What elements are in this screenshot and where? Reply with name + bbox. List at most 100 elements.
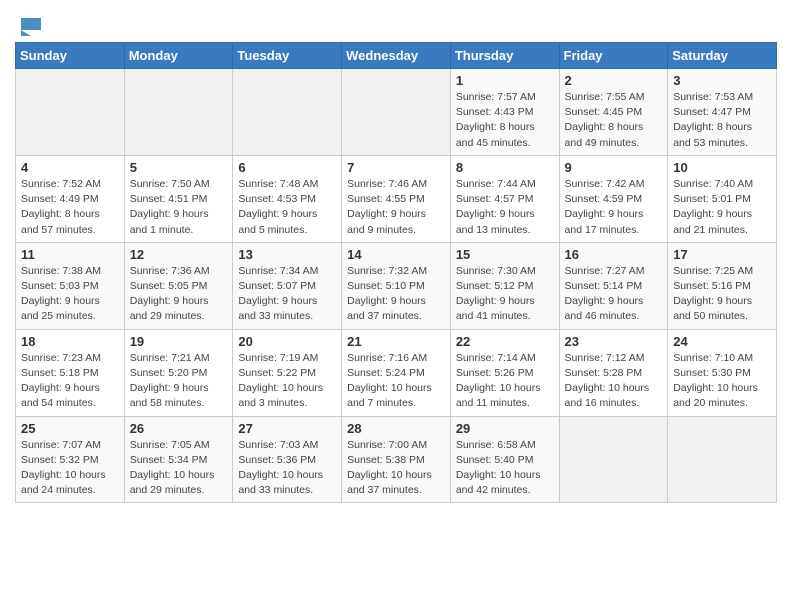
day-info: Sunrise: 7:52 AM Sunset: 4:49 PM Dayligh… <box>21 177 119 238</box>
calendar-cell: 20 Sunrise: 7:19 AM Sunset: 5:22 PM Dayli… <box>233 329 342 416</box>
day-info: Sunrise: 7:19 AM Sunset: 5:22 PM Dayligh… <box>238 351 336 412</box>
calendar-cell: 14 Sunrise: 7:32 AM Sunset: 5:10 PM Dayli… <box>342 242 451 329</box>
calendar-week-row: 18 Sunrise: 7:23 AM Sunset: 5:18 PM Dayli… <box>16 329 777 416</box>
day-number: 10 <box>673 160 771 175</box>
day-number: 29 <box>456 421 554 436</box>
day-info: Sunrise: 7:57 AM Sunset: 4:43 PM Dayligh… <box>456 90 554 151</box>
calendar-cell: 27 Sunrise: 7:03 AM Sunset: 5:36 PM Dayli… <box>233 416 342 503</box>
day-number: 25 <box>21 421 119 436</box>
header-day-monday: Monday <box>124 43 233 69</box>
calendar-cell: 22 Sunrise: 7:14 AM Sunset: 5:26 PM Dayli… <box>450 329 559 416</box>
day-number: 19 <box>130 334 228 349</box>
calendar-cell: 23 Sunrise: 7:12 AM Sunset: 5:28 PM Dayli… <box>559 329 668 416</box>
calendar-cell <box>233 69 342 156</box>
calendar-cell: 25 Sunrise: 7:07 AM Sunset: 5:32 PM Dayli… <box>16 416 125 503</box>
day-number: 18 <box>21 334 119 349</box>
calendar-header-row: SundayMondayTuesdayWednesdayThursdayFrid… <box>16 43 777 69</box>
day-info: Sunrise: 7:14 AM Sunset: 5:26 PM Dayligh… <box>456 351 554 412</box>
day-info: Sunrise: 7:36 AM Sunset: 5:05 PM Dayligh… <box>130 264 228 325</box>
day-info: Sunrise: 7:05 AM Sunset: 5:34 PM Dayligh… <box>130 438 228 499</box>
day-info: Sunrise: 7:48 AM Sunset: 4:53 PM Dayligh… <box>238 177 336 238</box>
header-day-thursday: Thursday <box>450 43 559 69</box>
day-info: Sunrise: 7:10 AM Sunset: 5:30 PM Dayligh… <box>673 351 771 412</box>
header-day-wednesday: Wednesday <box>342 43 451 69</box>
day-info: Sunrise: 7:16 AM Sunset: 5:24 PM Dayligh… <box>347 351 445 412</box>
calendar-cell: 16 Sunrise: 7:27 AM Sunset: 5:14 PM Dayli… <box>559 242 668 329</box>
calendar-cell <box>124 69 233 156</box>
calendar-cell: 8 Sunrise: 7:44 AM Sunset: 4:57 PM Daylig… <box>450 155 559 242</box>
header-day-friday: Friday <box>559 43 668 69</box>
calendar-cell: 21Sunrise: 7:16 AM Sunset: 5:24 PM Dayli… <box>342 329 451 416</box>
calendar-week-row: 4 Sunrise: 7:52 AM Sunset: 4:49 PM Daylig… <box>16 155 777 242</box>
calendar-cell <box>668 416 777 503</box>
day-number: 2 <box>565 73 663 88</box>
day-info: Sunrise: 7:03 AM Sunset: 5:36 PM Dayligh… <box>238 438 336 499</box>
calendar-cell: 9 Sunrise: 7:42 AM Sunset: 4:59 PM Daylig… <box>559 155 668 242</box>
day-number: 16 <box>565 247 663 262</box>
day-number: 6 <box>238 160 336 175</box>
calendar-cell <box>16 69 125 156</box>
day-number: 26 <box>130 421 228 436</box>
day-number: 20 <box>238 334 336 349</box>
logo <box>15 18 41 36</box>
day-info: Sunrise: 7:23 AM Sunset: 5:18 PM Dayligh… <box>21 351 119 412</box>
day-info: Sunrise: 7:40 AM Sunset: 5:01 PM Dayligh… <box>673 177 771 238</box>
calendar-cell: 2 Sunrise: 7:55 AM Sunset: 4:45 PM Daylig… <box>559 69 668 156</box>
day-number: 12 <box>130 247 228 262</box>
day-info: Sunrise: 7:50 AM Sunset: 4:51 PM Dayligh… <box>130 177 228 238</box>
day-info: Sunrise: 7:30 AM Sunset: 5:12 PM Dayligh… <box>456 264 554 325</box>
day-info: Sunrise: 7:07 AM Sunset: 5:32 PM Dayligh… <box>21 438 119 499</box>
day-number: 23 <box>565 334 663 349</box>
calendar-cell: 12 Sunrise: 7:36 AM Sunset: 5:05 PM Dayli… <box>124 242 233 329</box>
calendar-cell: 24 Sunrise: 7:10 AM Sunset: 5:30 PM Dayli… <box>668 329 777 416</box>
day-info: Sunrise: 7:27 AM Sunset: 5:14 PM Dayligh… <box>565 264 663 325</box>
calendar-cell <box>342 69 451 156</box>
day-number: 4 <box>21 160 119 175</box>
day-number: 24 <box>673 334 771 349</box>
header-day-tuesday: Tuesday <box>233 43 342 69</box>
day-info: Sunrise: 7:32 AM Sunset: 5:10 PM Dayligh… <box>347 264 445 325</box>
calendar-cell: 11 Sunrise: 7:38 AM Sunset: 5:03 PM Dayli… <box>16 242 125 329</box>
calendar-week-row: 1 Sunrise: 7:57 AM Sunset: 4:43 PM Daylig… <box>16 69 777 156</box>
day-info: Sunrise: 7:21 AM Sunset: 5:20 PM Dayligh… <box>130 351 228 412</box>
day-info: Sunrise: 7:44 AM Sunset: 4:57 PM Dayligh… <box>456 177 554 238</box>
calendar-week-row: 25 Sunrise: 7:07 AM Sunset: 5:32 PM Dayli… <box>16 416 777 503</box>
day-info: Sunrise: 7:55 AM Sunset: 4:45 PM Dayligh… <box>565 90 663 151</box>
calendar-cell: 10 Sunrise: 7:40 AM Sunset: 5:01 PM Dayli… <box>668 155 777 242</box>
day-number: 11 <box>21 247 119 262</box>
day-info: Sunrise: 7:46 AM Sunset: 4:55 PM Dayligh… <box>347 177 445 238</box>
day-info: Sunrise: 7:38 AM Sunset: 5:03 PM Dayligh… <box>21 264 119 325</box>
calendar-cell: 1 Sunrise: 7:57 AM Sunset: 4:43 PM Daylig… <box>450 69 559 156</box>
calendar-cell: 6 Sunrise: 7:48 AM Sunset: 4:53 PM Daylig… <box>233 155 342 242</box>
day-number: 15 <box>456 247 554 262</box>
day-info: Sunrise: 6:58 AM Sunset: 5:40 PM Dayligh… <box>456 438 554 499</box>
day-number: 9 <box>565 160 663 175</box>
logo-flag-icon <box>17 18 41 36</box>
header <box>15 10 777 36</box>
day-number: 1 <box>456 73 554 88</box>
day-number: 8 <box>456 160 554 175</box>
day-info: Sunrise: 7:25 AM Sunset: 5:16 PM Dayligh… <box>673 264 771 325</box>
calendar-cell: 19 Sunrise: 7:21 AM Sunset: 5:20 PM Dayli… <box>124 329 233 416</box>
day-number: 28 <box>347 421 445 436</box>
day-number: 14 <box>347 247 445 262</box>
calendar-cell: 15 Sunrise: 7:30 AM Sunset: 5:12 PM Dayli… <box>450 242 559 329</box>
day-info: Sunrise: 7:12 AM Sunset: 5:28 PM Dayligh… <box>565 351 663 412</box>
calendar-week-row: 11 Sunrise: 7:38 AM Sunset: 5:03 PM Dayli… <box>16 242 777 329</box>
day-number: 13 <box>238 247 336 262</box>
calendar-cell: 5Sunrise: 7:50 AM Sunset: 4:51 PM Daylig… <box>124 155 233 242</box>
calendar-table: SundayMondayTuesdayWednesdayThursdayFrid… <box>15 42 777 503</box>
header-day-saturday: Saturday <box>668 43 777 69</box>
calendar-cell: 17 Sunrise: 7:25 AM Sunset: 5:16 PM Dayli… <box>668 242 777 329</box>
day-info: Sunrise: 7:53 AM Sunset: 4:47 PM Dayligh… <box>673 90 771 151</box>
calendar-cell <box>559 416 668 503</box>
calendar-cell: 26 Sunrise: 7:05 AM Sunset: 5:34 PM Dayli… <box>124 416 233 503</box>
calendar-cell: 18 Sunrise: 7:23 AM Sunset: 5:18 PM Dayli… <box>16 329 125 416</box>
day-info: Sunrise: 7:00 AM Sunset: 5:38 PM Dayligh… <box>347 438 445 499</box>
day-number: 17 <box>673 247 771 262</box>
calendar-cell: 13 Sunrise: 7:34 AM Sunset: 5:07 PM Dayli… <box>233 242 342 329</box>
day-number: 22 <box>456 334 554 349</box>
day-info: Sunrise: 7:42 AM Sunset: 4:59 PM Dayligh… <box>565 177 663 238</box>
day-info: Sunrise: 7:34 AM Sunset: 5:07 PM Dayligh… <box>238 264 336 325</box>
day-number: 27 <box>238 421 336 436</box>
